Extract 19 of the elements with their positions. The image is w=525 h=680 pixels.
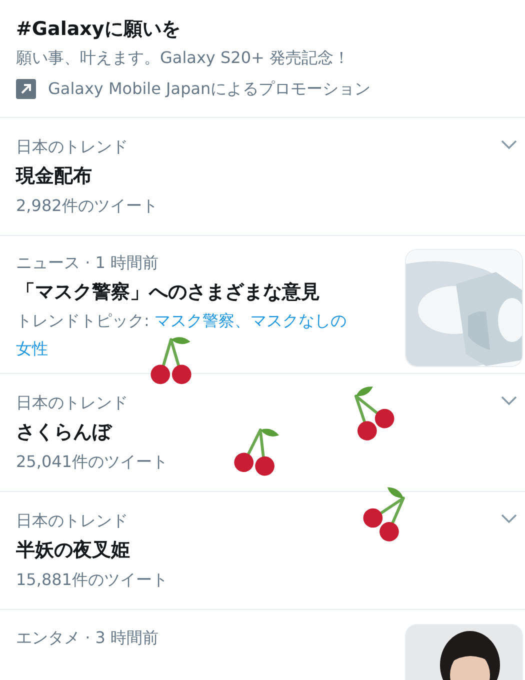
news-meta: エンタメ · 3 時間前	[16, 627, 160, 649]
trend-category: 日本のトレンド	[16, 392, 129, 414]
trend-title[interactable]: さくらんぼ	[16, 417, 168, 447]
promoter-label: Galaxy Mobile Japanによるプロモーション	[48, 78, 371, 100]
trend-category: 日本のトレンド	[16, 136, 129, 158]
chevron-icon[interactable]	[501, 140, 517, 150]
news-meta: ニュース · 1 時間前	[16, 252, 160, 274]
trend-category: 日本のトレンド	[16, 510, 129, 532]
trend-title[interactable]: 現金配布	[16, 161, 158, 191]
trend-topics[interactable]: トレンドトピック: マスク警察、マスクなしの女性	[16, 307, 353, 363]
news-title[interactable]: 「マスク警察」へのさまざまな意見	[16, 277, 353, 307]
tweet-count: 2,982件のツイート	[16, 195, 158, 217]
tweet-count: 25,041件のツイート	[16, 451, 168, 473]
tweet-count: 15,881件のツイート	[16, 569, 168, 591]
chevron-icon[interactable]	[501, 514, 517, 524]
promo-description: 願い事、叶えます。Galaxy S20+ 発売記念！	[16, 47, 350, 69]
trend-title[interactable]: #Galaxyに願いを	[16, 14, 509, 44]
chevron-icon[interactable]	[501, 396, 517, 406]
trend-title[interactable]: 半妖の夜叉姫	[16, 535, 168, 565]
